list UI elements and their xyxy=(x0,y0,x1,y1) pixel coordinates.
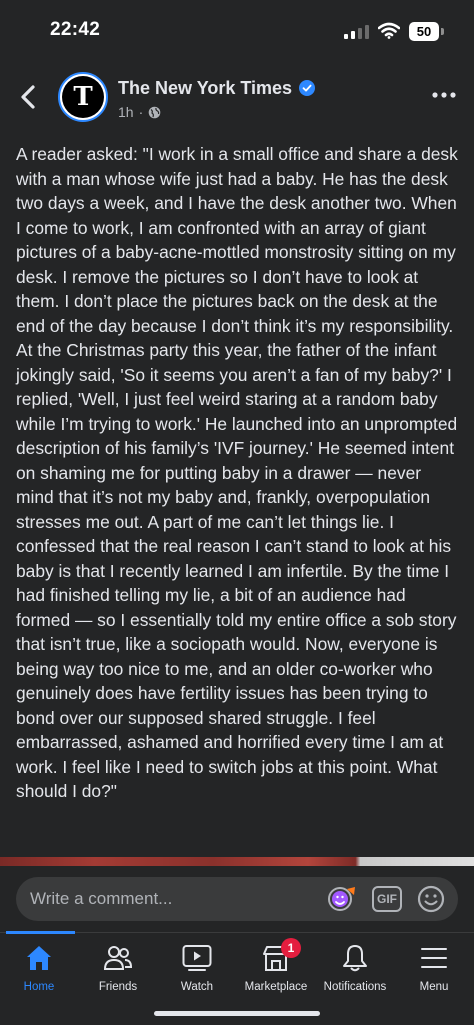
battery-tip xyxy=(441,28,444,35)
home-icon xyxy=(27,946,51,970)
post-image-preview[interactable] xyxy=(0,857,474,866)
comment-input[interactable]: Write a comment... GIF xyxy=(16,877,458,921)
status-bar: 22:42 50 xyxy=(0,0,474,64)
cellular-signal-icon xyxy=(344,25,369,39)
post-meta: 1h · xyxy=(118,104,161,120)
comment-placeholder: Write a comment... xyxy=(30,889,173,908)
nyt-logo-icon: T xyxy=(62,76,104,118)
watch-icon xyxy=(182,945,212,971)
tab-friends[interactable]: Friends xyxy=(73,943,163,1003)
avatar-sticker-icon[interactable] xyxy=(328,885,358,913)
post-time[interactable]: 1h xyxy=(118,104,134,120)
active-tab-indicator xyxy=(6,931,75,934)
bell-icon xyxy=(343,945,367,972)
tab-watch[interactable]: Watch xyxy=(152,943,242,1003)
emoji-icon[interactable] xyxy=(416,884,446,914)
tab-label-marketplace: Marketplace xyxy=(244,981,308,993)
page-name[interactable]: The New York Times xyxy=(118,78,292,99)
more-options-icon[interactable] xyxy=(432,90,456,100)
battery-icon: 50 xyxy=(409,22,439,41)
tab-menu[interactable]: Menu xyxy=(389,943,474,1003)
menu-icon xyxy=(421,948,447,968)
tab-label-watch: Watch xyxy=(180,981,214,993)
tab-label-home: Home xyxy=(23,981,55,993)
tab-label-friends: Friends xyxy=(98,981,138,993)
back-arrow-icon[interactable] xyxy=(16,82,42,112)
home-indicator xyxy=(154,1011,320,1016)
status-time: 22:42 xyxy=(50,19,101,40)
wifi-icon xyxy=(378,22,400,39)
page-avatar[interactable]: T xyxy=(58,72,108,122)
verified-badge-icon xyxy=(299,80,315,96)
post-text: A reader asked: "I work in a small offic… xyxy=(16,144,458,801)
globe-icon xyxy=(148,106,161,118)
marketplace-badge: 1 xyxy=(281,938,301,958)
tab-marketplace[interactable]: 1 Marketplace xyxy=(231,938,321,1003)
meta-separator: · xyxy=(138,104,144,120)
tab-notifications[interactable]: Notifications xyxy=(310,943,400,1003)
tab-home[interactable]: Home xyxy=(0,943,84,1003)
post-header: T The New York Times 1h · xyxy=(0,64,474,136)
tab-label-notifications: Notifications xyxy=(323,981,387,993)
friends-icon xyxy=(103,946,133,970)
gif-button[interactable]: GIF xyxy=(372,886,402,912)
tab-label-menu: Menu xyxy=(419,981,449,993)
